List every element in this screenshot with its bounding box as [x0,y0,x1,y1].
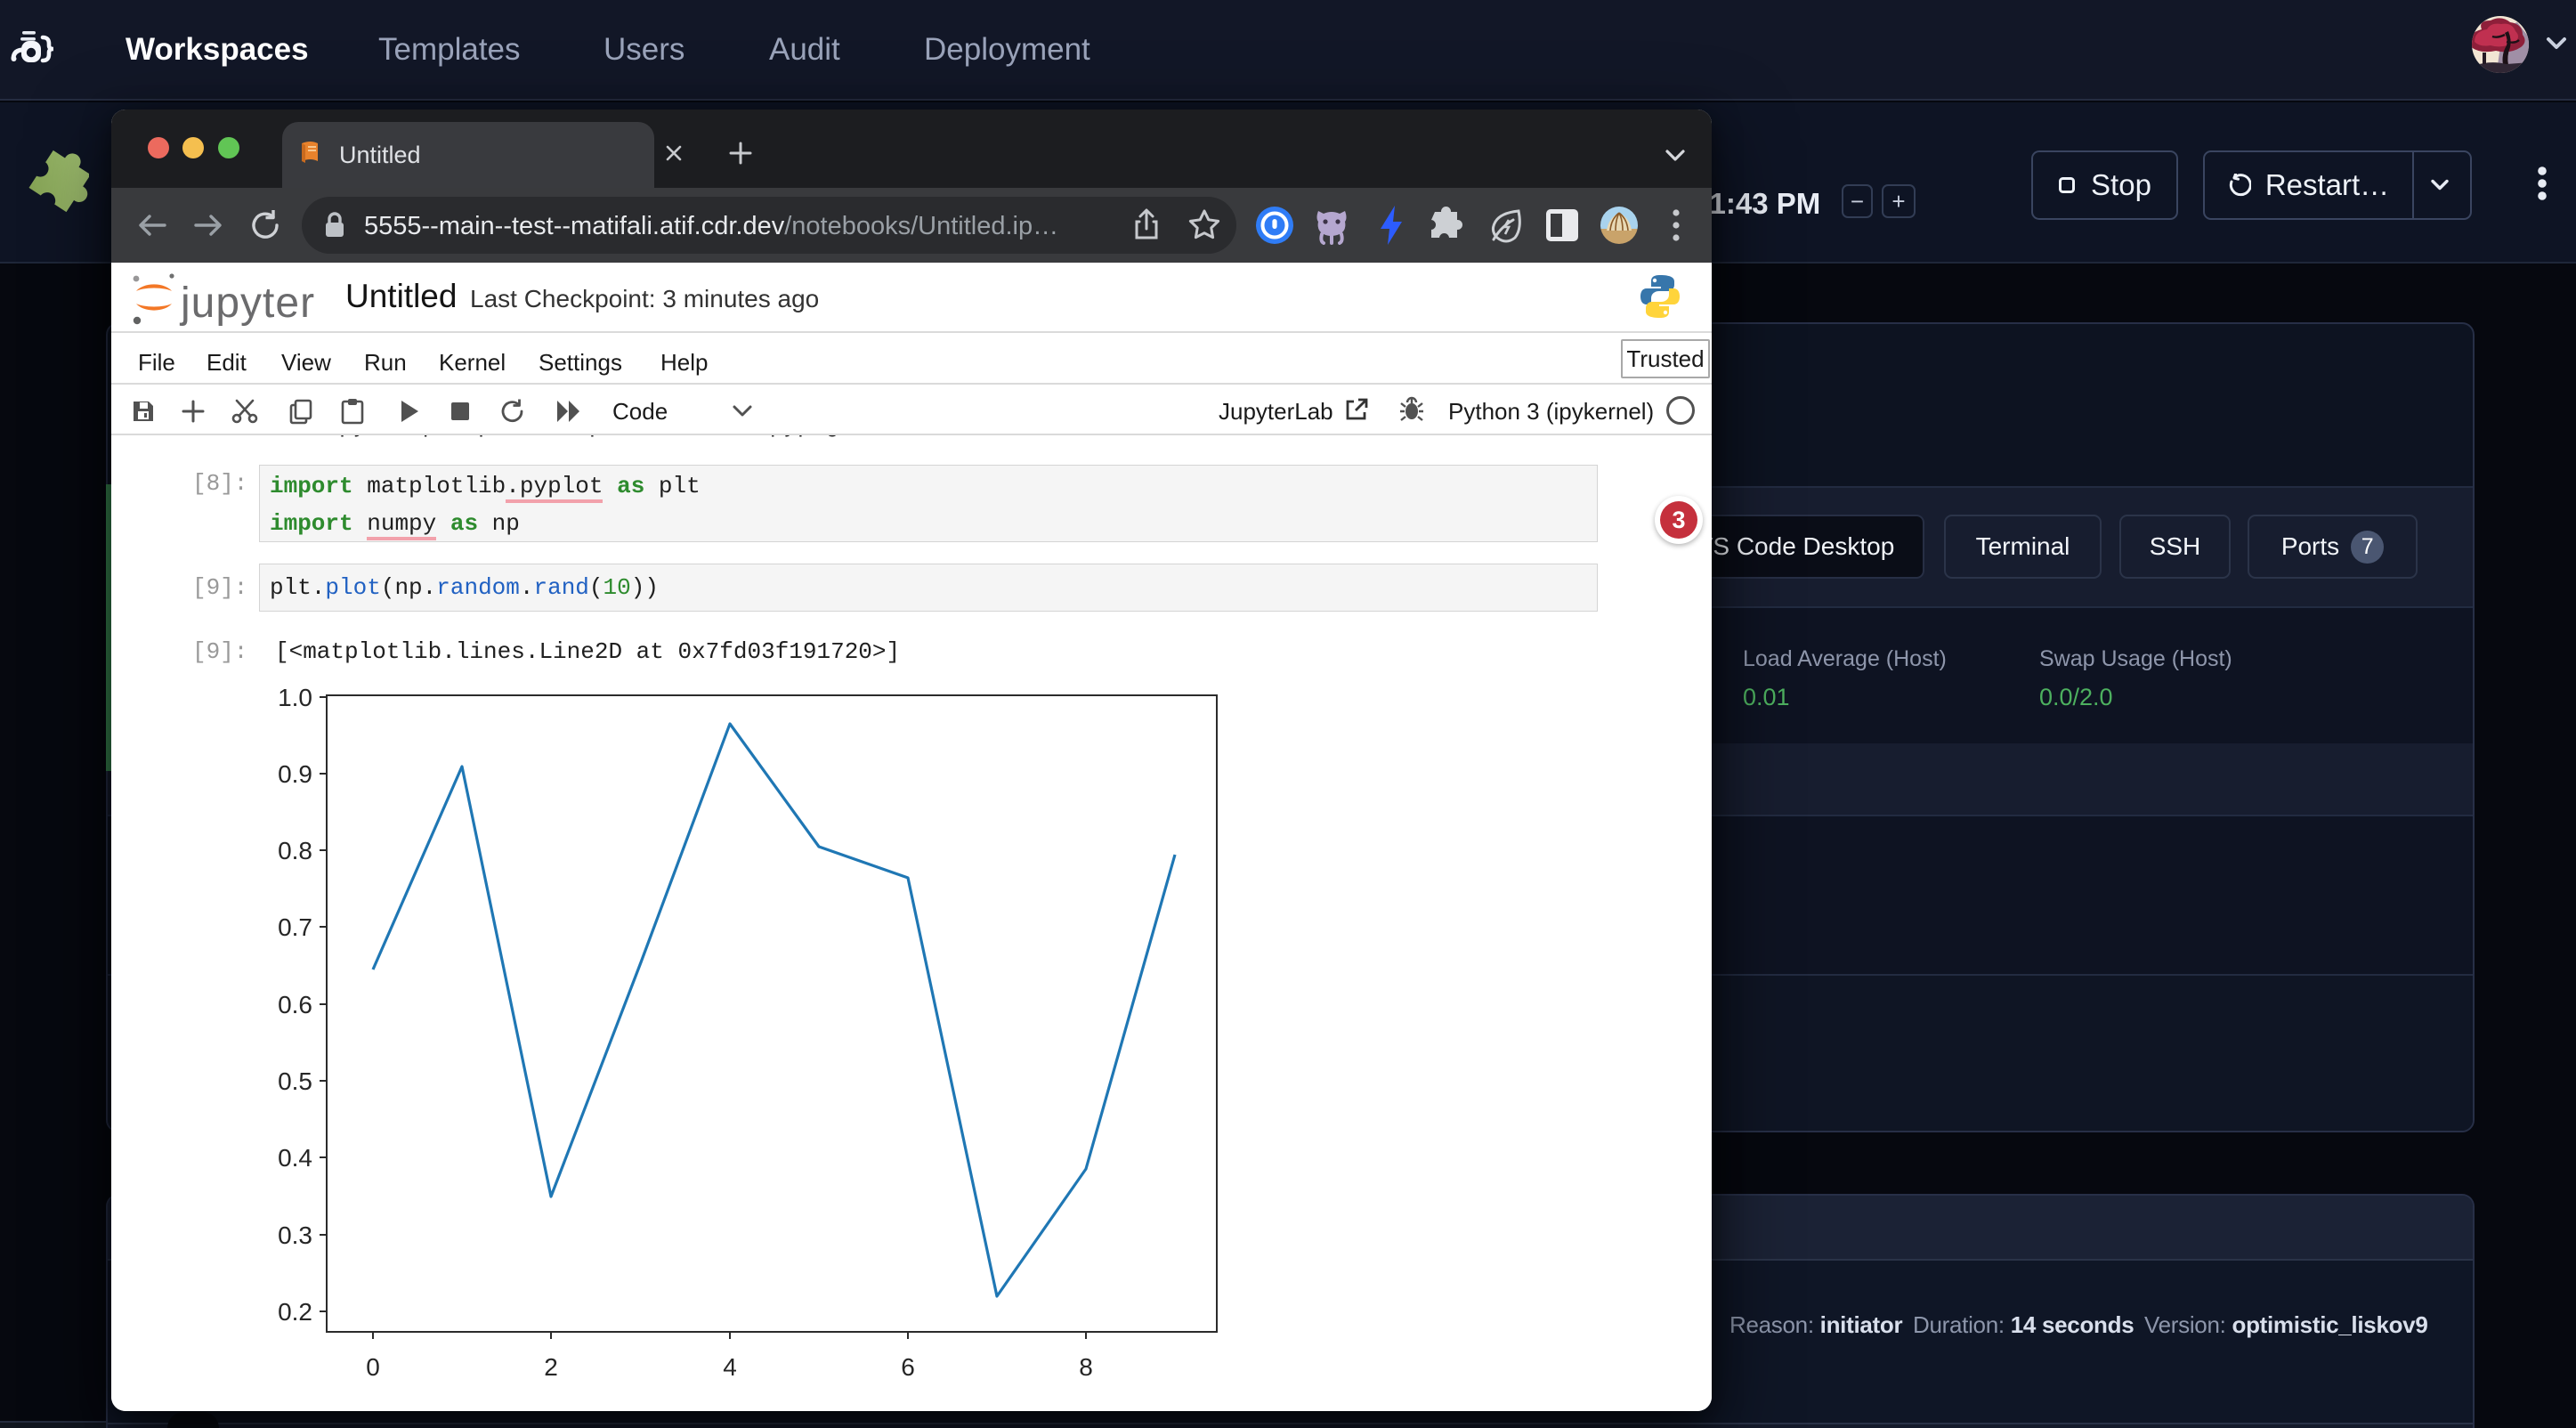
svg-text:0.8: 0.8 [278,837,312,864]
svg-text:2: 2 [544,1353,558,1381]
svg-text:0.7: 0.7 [278,913,312,941]
svg-text:0: 0 [366,1353,380,1381]
svg-text:0.2: 0.2 [278,1298,312,1326]
svg-text:0.5: 0.5 [278,1067,312,1095]
svg-text:1.0: 1.0 [278,684,312,711]
svg-text:0.6: 0.6 [278,991,312,1018]
svg-text:6: 6 [901,1353,915,1381]
svg-text:0.4: 0.4 [278,1144,312,1172]
svg-text:0.9: 0.9 [278,760,312,788]
svg-text:8: 8 [1079,1353,1093,1381]
svg-text:0.3: 0.3 [278,1221,312,1249]
svg-text:4: 4 [723,1353,737,1381]
